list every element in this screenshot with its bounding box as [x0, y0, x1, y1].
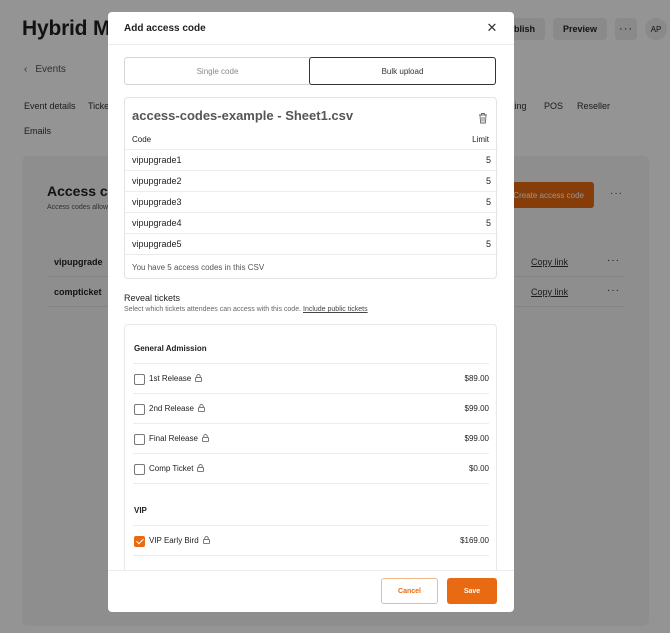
csv-code: vipupgrade2	[132, 176, 182, 186]
modal-header: Add access code ✕	[108, 12, 514, 45]
save-button[interactable]: Save	[447, 578, 497, 604]
lock-icon	[202, 434, 209, 442]
csv-code: vipupgrade5	[132, 239, 182, 249]
csv-rows-divider	[125, 254, 498, 255]
lock-icon	[197, 464, 205, 472]
ticket-row[interactable]: 2nd Release $99.00	[133, 393, 489, 423]
ticket-price: $0.00	[468, 464, 489, 473]
csv-code: vipupgrade4	[132, 218, 182, 228]
row-divider	[133, 555, 489, 556]
include-public-tickets-link[interactable]: Include public tickets	[303, 306, 368, 313]
trash-icon[interactable]	[478, 112, 488, 124]
csv-rows: vipupgrade1 5 vipupgrade2 5 vipupgrade3 …	[125, 149, 498, 255]
csv-summary: You have 5 access codes in this CSV	[132, 263, 265, 272]
ticket-name-text: Final Release	[149, 434, 198, 443]
ticket-checkbox[interactable]	[134, 374, 145, 385]
modal-title: Add access code	[124, 23, 206, 34]
ticket-price: $99.00	[464, 434, 489, 443]
cancel-button[interactable]: Cancel	[381, 578, 438, 604]
ticket-price: $169.00	[460, 536, 489, 545]
tab-single-code[interactable]: Single code	[125, 58, 310, 84]
ticket-checkbox[interactable]	[134, 434, 145, 445]
group-general-admission: General Admission	[134, 344, 207, 353]
ticket-name-text: 2nd Release	[149, 404, 194, 413]
tab-bulk-upload[interactable]: Bulk upload	[309, 57, 496, 85]
csv-limit: 5	[485, 176, 491, 186]
ticket-checkbox-checked[interactable]	[134, 536, 145, 547]
reveal-subtitle-text: Select which tickets attendees can acces…	[124, 306, 302, 313]
ticket-row[interactable]: Final Release $99.00	[133, 423, 489, 453]
csv-row: vipupgrade4 5	[125, 212, 498, 233]
csv-row: vipupgrade2 5	[125, 170, 498, 191]
csv-preview: access-codes-example - Sheet1.csv Code L…	[124, 97, 498, 279]
ticket-row[interactable]: VIP Early Bird $169.00	[133, 525, 489, 555]
ticket-name: Final Release	[149, 434, 209, 443]
ticket-row[interactable]: Comp Ticket $0.00	[133, 453, 489, 483]
ticket-name-text: 1st Release	[149, 374, 192, 383]
csv-file-name: access-codes-example - Sheet1.csv	[132, 108, 354, 123]
ticket-name: 2nd Release	[149, 404, 205, 413]
add-access-code-modal: Add access code ✕ Single code Bulk uploa…	[108, 12, 514, 612]
ticket-list: General Admission 1st Release $89.00 2nd…	[124, 324, 497, 570]
ticket-name-text: VIP Early Bird	[149, 536, 199, 545]
ticket-name: 1st Release	[149, 374, 203, 383]
ticket-name: VIP Early Bird	[149, 536, 210, 545]
modal-body[interactable]: access-codes-example - Sheet1.csv Code L…	[108, 92, 514, 570]
csv-limit: 5	[485, 239, 491, 249]
csv-header-limit: Limit	[472, 135, 489, 144]
csv-row: vipupgrade1 5	[125, 149, 498, 170]
lock-icon	[202, 536, 210, 544]
csv-code: vipupgrade3	[132, 197, 182, 207]
ticket-name-text: Comp Ticket	[149, 464, 194, 473]
ticket-price: $99.00	[464, 404, 489, 413]
ticket-name: Comp Ticket	[149, 464, 205, 473]
ticket-row[interactable]: 1st Release $89.00	[133, 363, 489, 393]
lock-icon	[198, 404, 205, 412]
csv-limit: 5	[485, 218, 491, 228]
ticket-price: $89.00	[464, 374, 489, 383]
csv-row: vipupgrade5 5	[125, 233, 498, 254]
csv-limit: 5	[485, 197, 491, 207]
lock-icon	[195, 374, 203, 382]
close-icon[interactable]: ✕	[485, 21, 499, 35]
csv-row: vipupgrade3 5	[125, 191, 498, 212]
csv-header-code: Code	[132, 135, 152, 144]
csv-limit: 5	[485, 155, 491, 165]
csv-code: vipupgrade1	[132, 155, 182, 165]
group-vip: VIP	[134, 506, 147, 515]
group-divider	[133, 483, 489, 484]
code-mode-toggle: Single code Bulk upload	[124, 57, 496, 85]
reveal-tickets-title: Reveal tickets	[124, 293, 181, 303]
ticket-checkbox[interactable]	[134, 404, 145, 415]
ticket-checkbox[interactable]	[134, 464, 145, 475]
reveal-tickets-subtitle: Select which tickets attendees can acces…	[124, 306, 368, 313]
